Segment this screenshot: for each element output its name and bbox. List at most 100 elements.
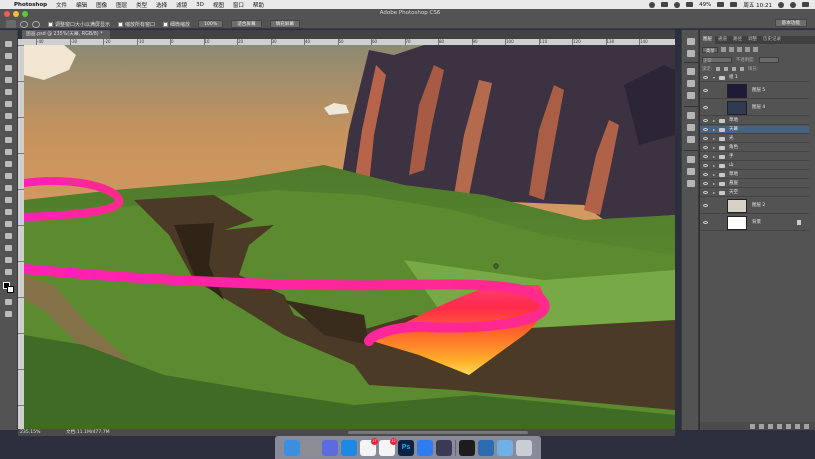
brush-panel-icon[interactable]: [687, 112, 695, 119]
layer-row[interactable]: ▸ 手: [700, 153, 809, 161]
filter-pixel-icon[interactable]: [721, 47, 727, 52]
qq-icon[interactable]: 17: [360, 437, 378, 456]
swatches-panel-icon[interactable]: [687, 68, 695, 75]
layer-row[interactable]: ▸ 天空: [700, 189, 809, 197]
flag-icon[interactable]: [730, 2, 738, 7]
menu-3d[interactable]: 3D: [196, 2, 204, 8]
quick-mask-icon[interactable]: [4, 298, 13, 306]
character-panel-icon[interactable]: [687, 168, 695, 175]
fill-screen-button[interactable]: 填充屏幕: [269, 20, 300, 28]
lock-pixels-icon[interactable]: [724, 66, 729, 71]
zoom-level[interactable]: 235.15%: [20, 429, 40, 436]
delete-layer-icon[interactable]: [804, 423, 809, 429]
eyedropper-tool-icon[interactable]: [4, 100, 13, 108]
document-tab[interactable]: 国画.psd @ 235%(天幕, RGB/8) *: [22, 30, 110, 39]
visibility-eye-icon[interactable]: [703, 155, 708, 158]
expand-arrow-icon[interactable]: ▸: [713, 180, 715, 188]
new-group-icon[interactable]: [786, 423, 791, 429]
lock-transparency-icon[interactable]: [716, 66, 721, 71]
quick-select-tool-icon[interactable]: [4, 76, 13, 84]
menu-file[interactable]: 文件: [56, 1, 67, 9]
zoom-in-icon[interactable]: [20, 20, 28, 28]
visibility-eye-icon[interactable]: [703, 128, 708, 131]
zoom-window-button[interactable]: [22, 11, 28, 17]
document-size[interactable]: 文档:11.1M/477.7M: [66, 429, 110, 436]
actions-panel-icon[interactable]: [687, 156, 695, 163]
layer-row[interactable]: 图层 4: [700, 100, 809, 116]
new-adjustment-icon[interactable]: [777, 423, 782, 429]
pen-tool-icon[interactable]: [4, 208, 13, 216]
horizontal-scrollbar[interactable]: [348, 431, 528, 434]
dodge-tool-icon[interactable]: [4, 196, 13, 204]
zoom-all-windows-checkbox[interactable]: [118, 21, 124, 27]
properties-panel-icon[interactable]: [687, 50, 695, 57]
finder-icon[interactable]: [284, 439, 300, 456]
marquee-tool-icon[interactable]: [4, 52, 13, 60]
opacity-field[interactable]: [758, 56, 779, 63]
resize-windows-checkbox[interactable]: [48, 21, 53, 27]
visibility-eye-icon[interactable]: [703, 119, 708, 122]
zoom-tool-icon[interactable]: [4, 268, 13, 276]
terminal-icon[interactable]: [459, 439, 475, 456]
baidu-netdisk-icon[interactable]: [417, 439, 433, 456]
blur-tool-icon[interactable]: [4, 184, 13, 192]
filter-kind-select[interactable]: 类型: [702, 46, 719, 53]
move-tool-icon[interactable]: [4, 40, 13, 48]
visibility-eye-icon[interactable]: [703, 221, 708, 224]
layer-row[interactable]: 图层 5: [700, 83, 809, 99]
brush-tool-icon[interactable]: [4, 124, 13, 132]
crop-tool-icon[interactable]: [4, 88, 13, 96]
qq-icon-2[interactable]: 12: [379, 437, 397, 456]
zoom-out-icon[interactable]: [32, 20, 40, 28]
visibility-eye-icon[interactable]: [703, 146, 708, 149]
folder-icon[interactable]: [497, 439, 513, 456]
layer-row[interactable]: 背景: [700, 215, 809, 231]
history-brush-tool-icon[interactable]: [4, 148, 13, 156]
visibility-eye-icon[interactable]: [703, 164, 708, 167]
filter-smart-object-icon[interactable]: [753, 47, 759, 52]
visibility-eye-icon[interactable]: [703, 106, 708, 109]
layer-row[interactable]: 图层 2: [700, 198, 809, 214]
document-canvas[interactable]: [24, 45, 675, 429]
trash-icon[interactable]: [516, 439, 532, 456]
lock-position-icon[interactable]: [732, 66, 737, 71]
expand-arrow-icon[interactable]: ▸: [713, 189, 715, 197]
zoom-tool-preset-icon[interactable]: [6, 20, 16, 28]
hand-tool-icon[interactable]: [4, 256, 13, 264]
fit-screen-button[interactable]: 适合屏幕: [231, 20, 262, 28]
path-selection-tool-icon[interactable]: [4, 232, 13, 240]
lasso-tool-icon[interactable]: [4, 64, 13, 72]
filter-type-icon[interactable]: [737, 47, 743, 52]
visibility-eye-icon[interactable]: [703, 137, 708, 140]
tab-channels[interactable]: 通道: [715, 36, 730, 44]
layer-row[interactable]: ▾ 组 1: [700, 74, 809, 82]
clone-source-icon[interactable]: [687, 136, 695, 143]
history-panel-icon[interactable]: [687, 38, 695, 45]
expand-arrow-icon[interactable]: ▸: [713, 117, 715, 125]
volume-icon[interactable]: [686, 2, 694, 7]
close-window-button[interactable]: [4, 11, 10, 17]
visibility-eye-icon[interactable]: [703, 173, 708, 176]
expand-arrow-icon[interactable]: ▾: [713, 74, 715, 82]
type-tool-icon[interactable]: [4, 220, 13, 228]
visibility-eye-icon[interactable]: [703, 76, 708, 79]
tab-layers[interactable]: 图层: [700, 36, 715, 44]
menu-layer[interactable]: 图层: [116, 1, 127, 9]
menu-select[interactable]: 选择: [156, 1, 167, 9]
tab-adjustments[interactable]: 调整: [745, 36, 760, 44]
new-layer-icon[interactable]: [795, 423, 800, 429]
screen-recorder-icon[interactable]: [436, 439, 452, 456]
visibility-eye-icon[interactable]: [703, 191, 708, 194]
menu-type[interactable]: 类型: [136, 1, 147, 9]
scrubby-zoom-checkbox[interactable]: [163, 21, 169, 27]
launchpad-icon[interactable]: [322, 439, 338, 456]
color-panel-icon[interactable]: [687, 80, 695, 87]
status-app-icon[interactable]: [649, 1, 656, 8]
airplay-icon[interactable]: [661, 2, 669, 7]
notification-center-icon[interactable]: [802, 2, 809, 7]
background-color-swatch[interactable]: [7, 286, 14, 293]
app-menu[interactable]: Photoshop: [14, 2, 47, 8]
expand-arrow-icon[interactable]: ▸: [713, 162, 715, 170]
wifi-icon[interactable]: [674, 1, 681, 8]
layer-row[interactable]: ▸ 草地: [700, 117, 809, 125]
